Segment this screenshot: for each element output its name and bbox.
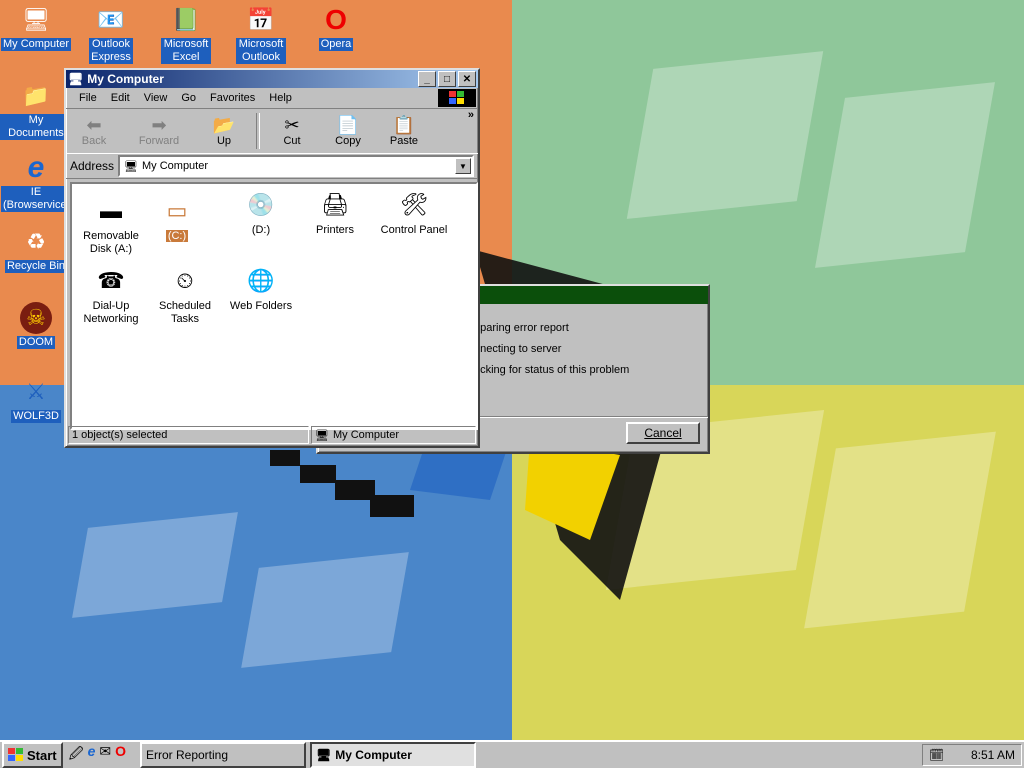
address-input[interactable]: 🖥 My Computer ▼ (118, 155, 474, 177)
status-bar: 1 object(s) selected 🖥 My Computer (68, 426, 476, 444)
windows-flag-logo (438, 89, 476, 107)
drive-a-item[interactable]: ▬ Removable Disk (A:) (74, 194, 148, 256)
status-line-checking: ecking for status of this problem (474, 364, 630, 376)
paste-button[interactable]: 📋 Paste (376, 115, 432, 147)
internet-explorer-icon: e (27, 151, 45, 184)
windows-flag-icon (8, 748, 23, 761)
computer-icon: 🖥 (124, 160, 138, 173)
dial-up-folder-icon: ☎ (97, 267, 125, 293)
back-button[interactable]: ⬅ Back (66, 115, 122, 147)
menu-edit[interactable]: Edit (104, 92, 137, 104)
printers-item[interactable]: 🖨 Printers (298, 188, 372, 237)
desktop-icon-ie[interactable]: e IE (Browservice) (0, 151, 72, 212)
scheduled-tasks-folder-icon: ⏲ (176, 267, 194, 293)
status-location: 🖥 My Computer (311, 426, 476, 444)
computer-icon: 🖥 (22, 7, 50, 32)
desktop-icon-microsoft-excel[interactable]: 📗 Microsoft Excel (150, 4, 222, 64)
task-error-reporting[interactable]: Error Reporting (139, 742, 306, 768)
computer-icon: 🖥 (315, 429, 329, 442)
status-line-connecting: nnecting to server (474, 343, 562, 355)
scheduler-tray-icon[interactable]: 🗓 (929, 748, 944, 762)
printers-folder-icon: 🖨 (321, 191, 349, 217)
taskbar: Start 🖉 e ✉ O Error Reporting 🖥 My Comput… (0, 740, 1024, 768)
web-folders-item[interactable]: 🌐 Web Folders (224, 264, 298, 313)
menu-help[interactable]: Help (262, 92, 299, 104)
control-panel-folder-icon: 🛠 (400, 191, 428, 217)
desktop: 🖥 My Computer 📧 Outlook Express 📗 Micros… (0, 0, 1024, 740)
menu-go[interactable]: Go (174, 92, 203, 104)
computer-icon: 🖥 (68, 72, 84, 86)
clock[interactable]: 8:51 AM (971, 748, 1015, 762)
address-label: Address (70, 159, 115, 173)
system-tray: 🗓 8:51 AM (922, 744, 1022, 766)
recycle-bin-icon: ♻ (26, 229, 46, 254)
address-bar: Address 🖥 My Computer ▼ (66, 154, 478, 179)
window-title: My Computer (87, 72, 164, 86)
dial-up-networking-item[interactable]: ☎ Dial-Up Networking (74, 264, 148, 326)
wallpaper-pane (72, 512, 238, 618)
outlook-express-icon: 📧 (97, 7, 125, 32)
wolf3d-icon: ⚔ (26, 379, 46, 404)
menu-bar: File Edit View Go Favorites Help (66, 88, 478, 108)
web-folders-icon: 🌐 (247, 267, 275, 293)
outlook-express-icon[interactable]: ✉ (99, 743, 111, 767)
minimize-button[interactable]: _ (418, 71, 436, 87)
computer-icon: 🖥 (315, 748, 332, 762)
hard-drive-icon: ▭ (166, 197, 188, 223)
toolbar-separator (256, 113, 260, 149)
forward-button[interactable]: ➡ Forward (122, 115, 196, 147)
desktop-icon-my-documents[interactable]: 📁 My Documents (0, 80, 72, 140)
doom-icon: ☠ (20, 302, 52, 334)
back-arrow-icon: ⬅ (86, 115, 102, 135)
cd-drive-icon: 💿 (247, 191, 275, 217)
desktop-icon-opera[interactable]: O Opera (300, 4, 372, 51)
scissors-icon: ✂ (284, 115, 300, 135)
cancel-button[interactable]: Cancel (626, 422, 700, 444)
floppy-drive-icon: ▬ (100, 197, 122, 223)
desktop-icon-doom[interactable]: ☠ DOOM (0, 302, 72, 349)
copy-button[interactable]: 📄 Copy (320, 115, 376, 147)
close-button[interactable]: ✕ (458, 71, 476, 87)
quick-launch: 🖉 e ✉ O (69, 743, 126, 767)
wallpaper-pane (626, 51, 824, 219)
control-panel-item[interactable]: 🛠 Control Panel (372, 188, 456, 237)
show-desktop-icon[interactable]: 🖉 (69, 743, 84, 767)
copy-icon: 📄 (336, 115, 360, 135)
start-button[interactable]: Start (2, 742, 63, 768)
task-my-computer[interactable]: 🖥 My Computer (309, 742, 476, 768)
menu-favorites[interactable]: Favorites (203, 92, 262, 104)
status-selection: 1 object(s) selected (68, 426, 309, 444)
maximize-button[interactable]: □ (438, 71, 456, 87)
outlook-icon: 📅 (247, 7, 275, 32)
opera-icon[interactable]: O (115, 743, 126, 767)
internet-explorer-icon[interactable]: e (88, 743, 96, 767)
desktop-icon-microsoft-outlook[interactable]: 📅 Microsoft Outlook (225, 4, 297, 64)
clipboard-icon: 📋 (392, 115, 416, 135)
toolbar-more-chevron[interactable]: » (468, 109, 474, 121)
drive-c-item[interactable]: ▭ (C:) (140, 194, 214, 243)
desktop-icon-recycle-bin[interactable]: ♻ Recycle Bin (0, 226, 72, 273)
window-titlebar[interactable]: 🖥 My Computer _ □ ✕ (66, 70, 478, 88)
desktop-icon-my-computer[interactable]: 🖥 My Computer (0, 4, 72, 51)
my-computer-window[interactable]: 🖥 My Computer _ □ ✕ File Edit View Go Fa… (64, 68, 480, 448)
desktop-icon-outlook-express[interactable]: 📧 Outlook Express (75, 4, 147, 64)
address-dropdown-button[interactable]: ▼ (455, 158, 471, 174)
menu-file[interactable]: File (72, 92, 104, 104)
opera-icon: O (325, 4, 347, 35)
forward-arrow-icon: ➡ (151, 115, 167, 135)
status-line-preparing: eparing error report (474, 322, 569, 334)
desktop-icon-wolf3d[interactable]: ⚔ WOLF3D (0, 376, 72, 423)
up-folder-icon: 📂 (212, 115, 236, 135)
menu-view[interactable]: View (137, 92, 175, 104)
excel-icon: 📗 (172, 7, 200, 32)
file-view[interactable]: ▬ Removable Disk (A:) ▭ (C:) 💿 (D:) 🖨 Printe… (70, 182, 478, 430)
folder-icon: 📁 (22, 83, 50, 108)
scheduled-tasks-item[interactable]: ⏲ Scheduled Tasks (148, 264, 222, 326)
toolbar: ⬅ Back ➡ Forward 📂 Up ✂ Cut 📄 Copy 📋 Paste » (66, 108, 478, 154)
up-button[interactable]: 📂 Up (196, 115, 252, 147)
cut-button[interactable]: ✂ Cut (264, 115, 320, 147)
drive-d-item[interactable]: 💿 (D:) (224, 188, 298, 237)
